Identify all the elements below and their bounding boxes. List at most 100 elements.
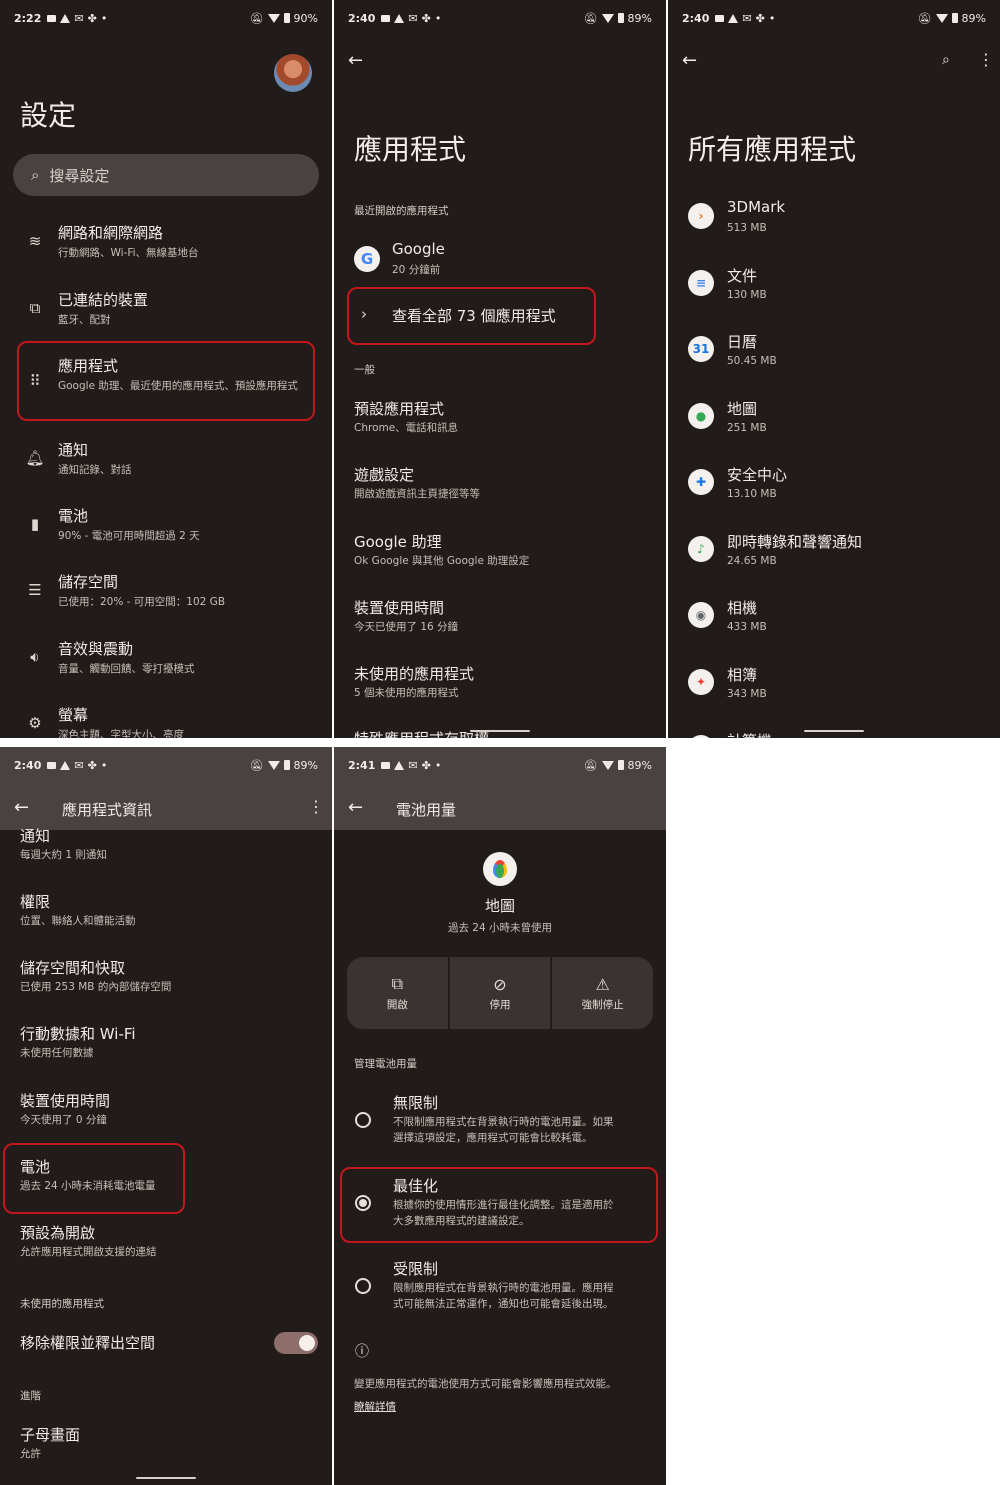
back-arrow-icon[interactable]: ←	[348, 797, 363, 818]
battery-usage-screen: 2:41 ✉ ✤ • 🔕︎ 89% ← 電池用量 地圖 過去 24 小時未曾使用 ⧉ 開…	[334, 747, 666, 1485]
item-subtitle: Chrome、電話和訊息	[354, 422, 459, 434]
app-name: 相機	[727, 599, 758, 617]
battery-status-icon	[283, 760, 290, 770]
app-size: 130 MB	[727, 288, 767, 301]
option-unrestricted[interactable]: 無限制 不限制應用程式在背景執行時的電池用量。如果 選擇這項設定，應用程式可能會…	[334, 1092, 666, 1152]
mute-icon: 🔕︎	[583, 758, 598, 772]
force-stop-button[interactable]: ⚠ 強制停止	[552, 957, 653, 1029]
item-pip[interactable]: 子母畫面 允許	[0, 1424, 332, 1468]
back-arrow-icon[interactable]: ←	[14, 797, 29, 818]
info-icon: ⓘ	[355, 1344, 369, 1360]
status-bar: 2:40 ✉ ✤ • 🔕︎ 89%	[682, 11, 986, 25]
page-title: 應用程式	[354, 133, 467, 166]
item-title: 預設應用程式	[354, 400, 445, 418]
item-storage-cache[interactable]: 儲存空間和快取 已使用 253 MB 的內部儲存空間	[0, 957, 332, 1001]
app-size: 13.10 MB	[727, 488, 777, 500]
action-label: 強制停止	[581, 998, 624, 1011]
item-permissions[interactable]: 權限 位置、聯絡人和體能活動	[0, 891, 332, 935]
search-bar[interactable]: ⌕ 搜尋設定	[13, 154, 319, 196]
action-buttons: ⧉ 開啟 ⊘ 停用 ⚠ 強制停止	[347, 957, 653, 1029]
fan-icon: ✤	[87, 758, 97, 772]
app-list-item[interactable]: ✦ 相簿 343 MB	[668, 664, 1000, 708]
option-restricted[interactable]: 受限制 限制應用程式在背景執行時的電池用量。應用程 式可能無法正常運作，通知也可…	[334, 1258, 666, 1318]
open-button[interactable]: ⧉ 開啟	[347, 957, 450, 1029]
battery-status-icon	[951, 13, 958, 23]
option-desc-line1: 限制應用程式在背景執行時的電池用量。應用程	[393, 1282, 614, 1294]
battery-percent: 89%	[961, 11, 986, 25]
mail-icon: ✉	[74, 758, 84, 772]
item-open-by-default[interactable]: 預設為開啟 允許應用程式開啟支援的連結	[0, 1222, 332, 1266]
more-vert-icon[interactable]: ⋮	[978, 50, 994, 69]
item-title: 通知	[58, 441, 89, 459]
app-list-item[interactable]: ◉ 相機 433 MB	[668, 597, 1000, 641]
settings-item-notifications[interactable]: 🔔︎ 通知 通知記錄、對話	[0, 439, 332, 493]
item-subtitle: 今天已使用了 16 分鐘	[354, 621, 459, 633]
recent-app-google[interactable]: G Google 20 分鐘前	[334, 240, 666, 282]
learn-more-link[interactable]: 瞭解詳情	[354, 1399, 396, 1414]
option-desc-line1: 不限制應用程式在背景執行時的電池用量。如果	[393, 1116, 614, 1128]
fan-icon: ✤	[421, 758, 431, 772]
item-subtitle: 音量、觸動回饋、零打擾模式	[58, 663, 195, 675]
alert-icon	[60, 13, 71, 23]
settings-screen: 2:22 ✉ ✤ • 🔕︎ 90% 設定 ⌕ 搜尋設定 ≋ 網路和網際網路 行動網路、…	[0, 0, 332, 738]
mute-icon: 🔕︎	[917, 11, 932, 25]
item-subtitle: 5 個未使用的應用程式	[354, 687, 459, 699]
app-icon: =	[688, 735, 714, 738]
settings-item-storage[interactable]: ☰ 儲存空間 已使用：20% - 可用空間：102 GB	[0, 571, 332, 625]
app-list-item[interactable]: ✚ 安全中心 13.10 MB	[668, 464, 1000, 508]
item-title: 子母畫面	[20, 1426, 81, 1444]
app-list-item[interactable]: › 3DMark 513 MB	[668, 198, 1000, 242]
search-doc-icon[interactable]: ⌕	[942, 52, 950, 68]
battery-percent: 89%	[293, 758, 318, 772]
disable-button[interactable]: ⊘ 停用	[450, 957, 553, 1029]
page-title: 設定	[20, 99, 77, 132]
more-vert-icon[interactable]: ⋮	[308, 797, 324, 816]
app-size: 24.65 MB	[727, 554, 777, 567]
item-title: 預設為開啟	[20, 1224, 96, 1242]
option-desc-line2: 選擇這項設定，應用程式可能會比較耗電。	[393, 1132, 593, 1144]
settings-item-network[interactable]: ≋ 網路和網際網路 行動網路、Wi-Fi、無線基地台	[0, 222, 332, 276]
item-screen-time[interactable]: 裝置使用時間 今天使用了 0 分鐘	[0, 1090, 332, 1134]
item-unused-apps[interactable]: 未使用的應用程式 5 個未使用的應用程式	[334, 663, 666, 707]
gesture-handle	[470, 730, 530, 732]
section-header-unused: 未使用的應用程式	[20, 1298, 104, 1310]
item-title: 螢幕	[58, 706, 89, 724]
item-notifications[interactable]: 通知 每週大約 1 則通知	[0, 827, 332, 863]
settings-item-sound[interactable]: 🔉︎ 音效與震動 音量、觸動回饋、零打擾模式	[0, 638, 332, 692]
item-data-wifi[interactable]: 行動數據和 Wi-Fi 未使用任何數據	[0, 1023, 332, 1067]
app-list-item[interactable]: ● 地圖 251 MB	[668, 398, 1000, 442]
battery-status-icon	[283, 13, 290, 23]
status-time: 2:41	[348, 758, 376, 772]
item-default-apps[interactable]: 預設應用程式 Chrome、電話和訊息	[334, 398, 666, 442]
fan-icon: ✤	[755, 11, 765, 25]
back-arrow-icon[interactable]: ←	[348, 50, 363, 71]
settings-item-connected-devices[interactable]: ⧉ 已連結的裝置 藍牙、配對	[0, 289, 332, 343]
item-title: 裝置使用時間	[354, 599, 445, 617]
radio-unrestricted[interactable]	[355, 1112, 371, 1128]
app-bar: 2:41 ✉ ✤ • 🔕︎ 89% ← 電池用量	[334, 747, 666, 830]
item-screen-time[interactable]: 裝置使用時間 今天已使用了 16 分鐘	[334, 597, 666, 641]
app-list-item[interactable]: ♪ 即時轉錄和聲響通知 24.65 MB	[668, 531, 1000, 575]
settings-item-display[interactable]: ⚙ 螢幕 深色主題、字型大小、亮度	[0, 704, 332, 738]
settings-item-battery[interactable]: ▮ 電池 90% - 電池可用時間超過 2 天	[0, 505, 332, 559]
back-arrow-icon[interactable]: ←	[682, 50, 697, 71]
action-label: 停用	[489, 998, 511, 1011]
radio-restricted[interactable]	[355, 1278, 371, 1294]
app-list-item[interactable]: = 計算機	[668, 730, 1000, 738]
notification-icon	[47, 761, 57, 769]
alert-icon	[728, 13, 739, 23]
app-name: 安全中心	[727, 466, 788, 484]
app-size: 251 MB	[727, 421, 767, 434]
avatar[interactable]	[274, 54, 312, 92]
app-list-item[interactable]: ≡ 文件 130 MB	[668, 265, 1000, 309]
item-title: 移除權限並釋出空間	[20, 1334, 156, 1352]
battery-status-icon	[617, 13, 624, 23]
remove-permissions-toggle[interactable]	[274, 1332, 318, 1354]
disable-icon: ⊘	[493, 974, 507, 994]
warning-icon: ⚠	[595, 974, 610, 994]
battery-percent: 89%	[627, 11, 652, 25]
item-assistant[interactable]: Google 助理 Ok Google 與其他 Google 助理設定	[334, 531, 666, 575]
item-game-settings[interactable]: 遊戲設定 開啟遊戲資訊主頁捷徑等等	[334, 464, 666, 508]
app-list-item[interactable]: 31 日曆 50.45 MB	[668, 331, 1000, 375]
status-bar: 2:41 ✉ ✤ • 🔕︎ 89%	[348, 758, 652, 772]
